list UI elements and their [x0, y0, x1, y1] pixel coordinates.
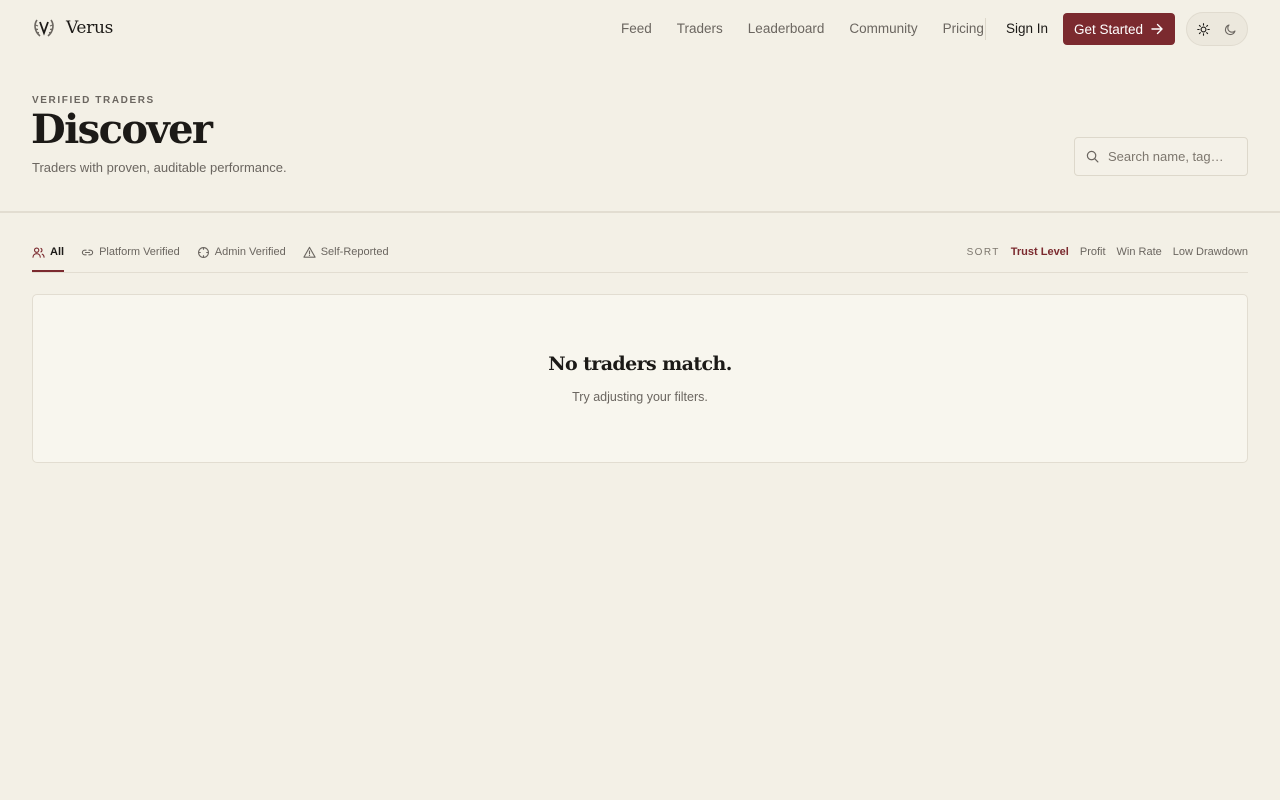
empty-state-title: No traders match.: [548, 353, 732, 375]
nav-item-community[interactable]: Community: [849, 20, 917, 38]
nav-item-traders[interactable]: Traders: [677, 20, 723, 38]
tab-all[interactable]: All: [32, 244, 64, 260]
page-subtitle: Traders with proven, auditable performan…: [32, 160, 287, 175]
sort-label: SORT: [966, 246, 1000, 258]
empty-state-subtitle: Try adjusting your filters.: [572, 390, 708, 404]
nav-divider: [985, 18, 986, 40]
top-navigation-bar: Verus Feed Traders Leaderboard Community…: [0, 0, 1280, 58]
nav-item-leaderboard[interactable]: Leaderboard: [748, 20, 825, 38]
search-icon: [1086, 150, 1099, 163]
sort-profit[interactable]: Profit: [1080, 246, 1106, 258]
search-input[interactable]: [1108, 149, 1228, 164]
search-box[interactable]: [1074, 137, 1248, 176]
sort-trust-level[interactable]: Trust Level: [1011, 246, 1069, 258]
empty-state-card: No traders match. Try adjusting your fil…: [32, 294, 1248, 463]
filter-tabs: All Platform Verified Admin Verified Sel…: [32, 244, 406, 260]
get-started-button[interactable]: Get Started: [1063, 13, 1175, 45]
crosshair-icon: [197, 246, 209, 258]
link-icon: [81, 249, 94, 255]
nav-item-pricing[interactable]: Pricing: [943, 20, 984, 38]
hero-divider: [0, 211, 1280, 213]
sort-low-drawdown[interactable]: Low Drawdown: [1173, 246, 1248, 258]
brand-home-link[interactable]: Verus: [32, 16, 113, 40]
tab-platform-verified-label: Platform Verified: [99, 246, 180, 258]
sort-win-rate[interactable]: Win Rate: [1117, 246, 1162, 258]
laurel-v-icon: [34, 19, 54, 37]
sign-in-link[interactable]: Sign In: [1006, 20, 1048, 38]
users-icon: [32, 246, 45, 258]
tab-admin-verified-label: Admin Verified: [214, 246, 286, 258]
sort-controls: SORT Trust Level Profit Win Rate Low Dra…: [967, 246, 1248, 258]
tab-admin-verified[interactable]: Admin Verified: [197, 244, 286, 260]
brand-name: Verus: [66, 18, 114, 38]
sun-icon[interactable]: [1197, 22, 1210, 36]
nav-item-feed[interactable]: Feed: [621, 20, 652, 38]
tab-self-reported-label: Self-Reported: [320, 246, 389, 258]
arrow-right-icon: [1151, 23, 1163, 35]
warning-icon: [303, 246, 316, 258]
main-nav: Feed Traders Leaderboard Community Prici…: [621, 20, 1009, 38]
tab-self-reported[interactable]: Self-Reported: [303, 244, 389, 260]
moon-icon[interactable]: [1224, 23, 1237, 36]
page-eyebrow: VERIFIED TRADERS: [32, 95, 155, 106]
theme-toggle[interactable]: [1186, 12, 1248, 46]
tab-all-label: All: [50, 246, 65, 258]
tab-platform-verified[interactable]: Platform Verified: [81, 244, 180, 260]
get-started-label: Get Started: [1074, 21, 1144, 37]
filter-divider: [32, 272, 1248, 273]
page-title: Discover: [31, 106, 213, 153]
